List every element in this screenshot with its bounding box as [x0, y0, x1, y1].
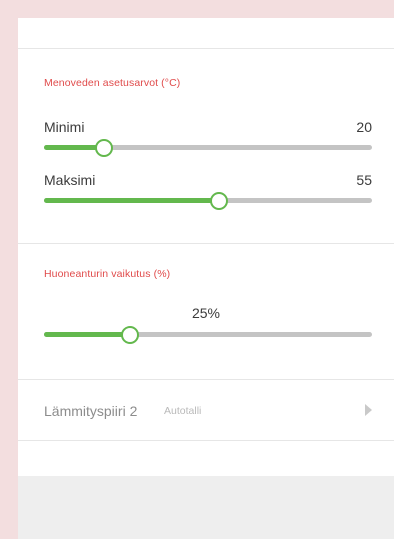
room-sensor-title: Huoneanturin vaikutus (%): [44, 268, 171, 280]
circuit-name: Lämmityspiiri 2: [44, 403, 138, 419]
slider-thumb[interactable]: [121, 326, 140, 344]
slider-fill: [44, 198, 218, 203]
maximum-slider[interactable]: [44, 189, 372, 211]
heating-circuit-2-row[interactable]: Lämmityspiiri 2 Autotalli: [18, 380, 394, 440]
minimum-slider[interactable]: [44, 136, 372, 158]
minimum-label: Minimi: [44, 119, 85, 135]
divider: [18, 440, 394, 441]
divider: [18, 48, 394, 49]
settings-panel: Menoveden asetusarvot (°C) Minimi 20 Mak…: [18, 18, 394, 539]
divider: [18, 243, 394, 244]
circuit-sub-label: Autotalli: [164, 405, 202, 417]
slider-fill: [44, 332, 130, 337]
slider-thumb[interactable]: [209, 192, 228, 210]
footer-area: [18, 476, 394, 539]
minimum-value: 20: [356, 119, 372, 135]
room-sensor-slider[interactable]: [44, 323, 372, 345]
supply-setpoints-title: Menoveden asetusarvot (°C): [44, 77, 181, 89]
maximum-label: Maksimi: [44, 172, 96, 188]
maximum-value: 55: [356, 172, 372, 188]
slider-thumb[interactable]: [95, 139, 114, 157]
room-sensor-value: 25%: [191, 305, 221, 321]
chevron-right-icon: [365, 404, 372, 416]
